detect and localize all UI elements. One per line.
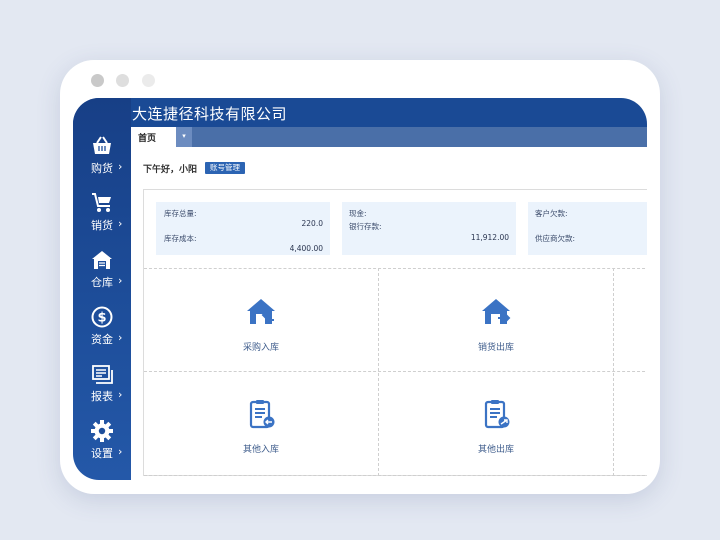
- app-header: 大连捷径科技有限公司: [73, 98, 647, 127]
- debt-card: 客户欠款: 供应商欠款:: [528, 202, 647, 255]
- chevron-right-icon: ›: [118, 160, 123, 173]
- sidebar-item-reports[interactable]: 报表 ›: [73, 362, 131, 414]
- gear-icon: [91, 420, 113, 442]
- sidebar-item-label: 仓库: [91, 276, 113, 289]
- window-dot-3: [142, 74, 155, 87]
- sidebar-item-label: 购货: [91, 162, 113, 175]
- chevron-right-icon: ›: [118, 331, 123, 344]
- report-icon: [92, 365, 113, 384]
- greeting-text: 下午好，小阳: [143, 165, 198, 175]
- inventory-total-value: 220.0: [301, 219, 323, 228]
- purchase-in-tile[interactable]: 采购入库: [144, 269, 378, 372]
- sidebar-item-label: 设置: [91, 447, 113, 460]
- sidebar-item-label: 报表: [91, 390, 113, 403]
- inventory-cost-label: 库存成本:: [164, 234, 197, 243]
- other-out-tile[interactable]: 其他出库: [379, 372, 613, 475]
- grid-divider: [613, 268, 614, 476]
- chevron-down-icon[interactable]: ▾: [176, 127, 192, 147]
- dollar-icon: $: [91, 306, 113, 328]
- svg-text:$: $: [97, 311, 106, 326]
- sidebar-item-label: 资金: [91, 333, 113, 346]
- customer-debt-label: 客户欠款:: [535, 209, 568, 218]
- sidebar-item-funds[interactable]: $ 资金 ›: [73, 305, 131, 357]
- basket-icon: [93, 136, 111, 154]
- device-frame: 大连捷径科技有限公司 购货 › 销货 › 仓库 › $ 资金 › 报表 › 设置…: [60, 60, 660, 494]
- dashboard-panel: 库存总量: 220.0 库存成本: 4,400.00 现金: 银行存款: 11,…: [143, 189, 647, 476]
- supplier-debt-label: 供应商欠款:: [535, 234, 576, 243]
- bank-value: 11,912.00: [470, 233, 509, 242]
- sidebar-item-sales[interactable]: 销货 ›: [73, 191, 131, 243]
- cart-icon: [92, 193, 111, 212]
- tab-home[interactable]: 首页: [131, 127, 176, 147]
- sidebar: 购货 › 销货 › 仓库 › $ 资金 › 报表 › 设置 ›: [73, 98, 131, 480]
- window-dot-1: [91, 74, 104, 87]
- tab-bar: 首页 ▾: [131, 127, 647, 147]
- other-in-tile[interactable]: 其他入库: [144, 372, 378, 475]
- chevron-right-icon: ›: [118, 445, 123, 458]
- chevron-right-icon: ›: [118, 388, 123, 401]
- app-screen: 大连捷径科技有限公司 购货 › 销货 › 仓库 › $ 资金 › 报表 › 设置…: [73, 98, 647, 480]
- cash-card: 现金: 银行存款: 11,912.00: [342, 202, 516, 255]
- tile-label: 其他出库: [477, 445, 514, 455]
- tile-label: 销货出库: [477, 343, 514, 353]
- chevron-right-icon: ›: [118, 274, 123, 287]
- chevron-right-icon: ›: [118, 217, 123, 230]
- house-in-icon: [247, 299, 275, 324]
- sales-out-tile[interactable]: 销货出库: [379, 269, 613, 372]
- window-dot-2: [116, 74, 129, 87]
- cash-label: 现金:: [349, 209, 367, 218]
- inventory-card: 库存总量: 220.0 库存成本: 4,400.00: [156, 202, 330, 255]
- warehouse-icon: [92, 251, 112, 269]
- sidebar-item-settings[interactable]: 设置 ›: [73, 419, 131, 471]
- sidebar-item-label: 销货: [91, 219, 113, 232]
- clipboard-in-icon: [249, 400, 275, 429]
- clipboard-out-icon: [484, 400, 510, 429]
- inventory-total-label: 库存总量:: [164, 209, 197, 218]
- tile-label: 其他入库: [242, 445, 279, 455]
- account-manage-button[interactable]: 账号管理: [205, 162, 245, 174]
- inventory-cost-value: 4,400.00: [289, 244, 323, 253]
- company-name: 大连捷径科技有限公司: [132, 105, 288, 123]
- sidebar-item-warehouse[interactable]: 仓库 ›: [73, 248, 131, 300]
- sidebar-item-purchase[interactable]: 购货 ›: [73, 134, 131, 186]
- bank-label: 银行存款:: [349, 222, 382, 231]
- tile-label: 采购入库: [242, 343, 279, 353]
- house-out-icon: [482, 299, 511, 324]
- grid-divider: [144, 475, 647, 476]
